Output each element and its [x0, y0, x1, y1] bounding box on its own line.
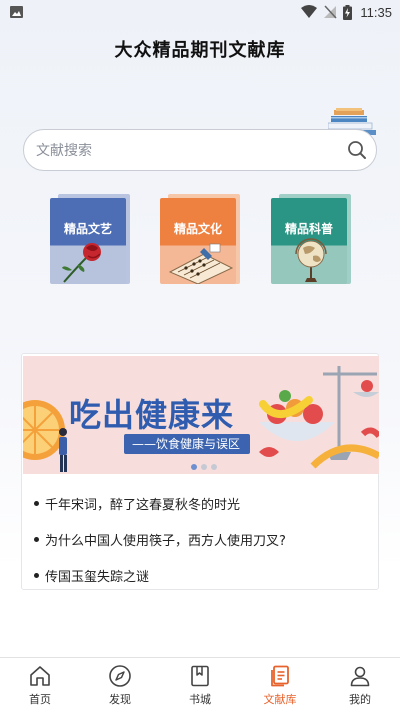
- category-literature[interactable]: 精品文艺: [50, 194, 134, 286]
- category-science[interactable]: 精品科普: [271, 194, 355, 286]
- tab-label: 首页: [29, 693, 51, 706]
- compass-icon: [109, 665, 131, 687]
- banner-carousel[interactable]: 吃出健康来 ——饮食健康与误区: [23, 356, 379, 474]
- globe-icon: [295, 238, 327, 282]
- tab-library[interactable]: 文献库: [240, 658, 320, 711]
- article-title: 千年宋词，醉了这春夏秋冬的时光: [45, 497, 241, 513]
- list-item[interactable]: 为什么中国人使用筷子，西方人使用刀叉?: [34, 521, 364, 557]
- search-icon[interactable]: [347, 140, 367, 160]
- tab-mine[interactable]: 我的: [320, 658, 400, 711]
- banner-title: 吃出健康来: [69, 396, 235, 434]
- no-signal-icon: [324, 5, 337, 19]
- book-cover: 精品文艺: [50, 198, 126, 284]
- article-title: 为什么中国人使用筷子，西方人使用刀叉?: [45, 533, 286, 549]
- bullet: [34, 500, 39, 506]
- article-title: 传国玉玺失踪之谜: [45, 569, 150, 585]
- tab-label: 发现: [109, 693, 131, 706]
- carousel-indicator: [191, 464, 217, 470]
- carousel-dot[interactable]: [191, 464, 197, 470]
- tab-label: 书城: [189, 693, 211, 706]
- tab-home[interactable]: 首页: [0, 658, 80, 711]
- abacus-icon: [168, 243, 234, 284]
- status-bar: 11:35: [0, 0, 400, 24]
- category-culture[interactable]: 精品文化: [160, 194, 244, 286]
- bottom-tab-bar: 首页 发现 书城 文献库 我的: [0, 657, 400, 711]
- rose-icon: [62, 243, 101, 283]
- carousel-dot[interactable]: [201, 464, 207, 470]
- featured-card: 吃出健康来 ——饮食健康与误区 千年宋词，醉了这春夏秋冬的时光 为什么中国人使用…: [21, 353, 379, 590]
- home-icon: [30, 666, 50, 686]
- bookmark-book-icon: [191, 665, 209, 687]
- banner-subtitle: ——饮食健康与误区: [124, 434, 251, 454]
- carousel-dot[interactable]: [211, 464, 217, 470]
- tab-label: 文献库: [263, 693, 297, 706]
- battery-charging-icon: [343, 4, 353, 20]
- tab-label: 我的: [349, 693, 371, 706]
- bullet: [34, 572, 39, 578]
- user-icon: [350, 666, 370, 687]
- status-time: 11:35: [360, 4, 392, 20]
- tab-discover[interactable]: 发现: [80, 658, 160, 711]
- search-placeholder: 文献搜索: [36, 143, 92, 159]
- page-title: 大众精品期刊文献库: [114, 40, 286, 61]
- document-library-icon: [271, 665, 289, 687]
- image-notification-icon: [10, 6, 23, 18]
- list-item[interactable]: 千年宋词，醉了这春夏秋冬的时光: [34, 485, 364, 521]
- book-cover: 精品科普: [271, 198, 347, 284]
- search-input[interactable]: 文献搜索: [23, 129, 377, 171]
- list-item[interactable]: 传国玉玺失踪之谜: [34, 557, 364, 593]
- tab-bookstore[interactable]: 书城: [160, 658, 240, 711]
- bullet: [34, 536, 39, 542]
- article-list: 千年宋词，醉了这春夏秋冬的时光 为什么中国人使用筷子，西方人使用刀叉? 传国玉玺…: [34, 485, 364, 593]
- book-cover: 精品文化: [160, 198, 236, 284]
- wifi-icon: [301, 5, 318, 18]
